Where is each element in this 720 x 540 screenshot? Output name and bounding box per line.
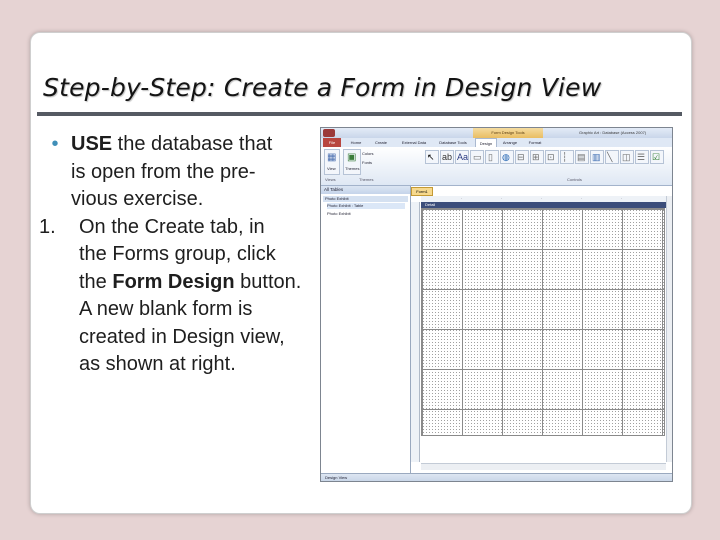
step-line: A new blank form is (79, 298, 253, 320)
ruler-tick: · (581, 197, 583, 201)
view-icon: ▦ (327, 152, 337, 163)
step-line: the Forms group, click (79, 243, 276, 265)
access-screenshot: Form Design Tools Graphic Art : Database… (320, 127, 673, 482)
chart-icon: ▥ (592, 152, 601, 162)
option-group-icon: ⊡ (547, 152, 555, 162)
bullet-line: vious exercise. (71, 188, 204, 210)
group-views-label: Views (325, 177, 336, 182)
command-button-icon: ▭ (473, 152, 482, 162)
bullet-line: • USE the database that (39, 131, 331, 159)
toggle-icon: ◫ (622, 152, 631, 162)
label-aa-icon: Aa (457, 152, 469, 162)
document-tab-form1[interactable]: Form1 (411, 187, 433, 196)
themes-label: Themes (345, 166, 360, 171)
view-label: View (327, 166, 336, 171)
step-text: button. (234, 270, 302, 293)
bullet-list: • USE the database that is open from the … (39, 131, 331, 379)
nav-group-header[interactable]: Photo Exhibit (323, 196, 408, 202)
button-tool[interactable]: ▭ (470, 150, 484, 164)
globe-icon: ◍ (502, 152, 510, 162)
step-text: On the Create tab, in (79, 215, 265, 238)
hyperlink-tool[interactable]: ◍ (500, 150, 514, 164)
status-bar: Design View (321, 473, 672, 481)
window-title: Graphic Art : Database (Access 2007) (579, 130, 647, 135)
bullet-text: the database that (112, 133, 273, 155)
nav-item-form[interactable]: Photo Exhibit (327, 211, 405, 217)
line-icon: ╲ (607, 152, 613, 162)
vertical-ruler (411, 202, 420, 462)
fonts-label[interactable]: Fonts (362, 160, 372, 165)
nav-item-table[interactable]: Photo Exhibit : Table (327, 203, 405, 209)
textbox-icon: ab (442, 152, 453, 162)
pointer-icon: ↖ (427, 152, 435, 162)
ribbon: ▦ View ▣ Themes Colors Fonts ↖ ab Aa ▭ ▯… (321, 147, 672, 186)
aa-tool-button[interactable]: Aa (455, 150, 469, 164)
title-underline (37, 112, 682, 116)
toggle-tool[interactable]: ◫ (620, 150, 634, 164)
bold-text: Form Design (112, 270, 235, 293)
bold-text: USE (71, 133, 113, 155)
slide-title: Step-by-Step: Create a Form in Design Vi… (43, 73, 602, 102)
select-tool-button[interactable]: ↖ (425, 150, 439, 164)
step-line: as shown at right. (79, 353, 236, 375)
tab-arrange[interactable]: Arrange (499, 138, 521, 147)
list-box-icon: ☰ (637, 152, 646, 162)
option-group-tool[interactable]: ⊡ (545, 150, 559, 164)
colors-label[interactable]: Colors (362, 151, 374, 156)
ruler-tick: · (461, 197, 463, 201)
step-line: created in Design view, (79, 325, 285, 348)
group-controls-label: Controls (567, 177, 582, 182)
checkbox-tool[interactable]: ☑ (650, 150, 664, 164)
window-titlebar: Form Design Tools Graphic Art : Database… (321, 128, 672, 138)
step-text: the (79, 270, 113, 293)
ruler-tick: · (501, 197, 503, 201)
group-themes-label: Themes (359, 177, 374, 182)
nav-pane-header[interactable]: All Tables (321, 186, 410, 194)
navigation-tool[interactable]: ⊞ (530, 150, 544, 164)
navigation-pane: All Tables Photo Exhibit Photo Exhibit :… (321, 186, 411, 473)
step-line: 1. On the Create tab, in (39, 214, 331, 242)
themes-button[interactable]: ▣ Themes (343, 149, 361, 175)
step-number: 1. (39, 215, 56, 238)
ruler-tick: · (541, 197, 543, 201)
combo-box-tool[interactable]: ▤ (575, 150, 589, 164)
tab-create[interactable]: Create (371, 138, 391, 147)
checkbox-icon: ☑ (652, 152, 661, 162)
web-browser-tool[interactable]: ⊟ (515, 150, 529, 164)
tab-database-tools[interactable]: Database Tools (435, 138, 471, 147)
access-logo-icon (323, 129, 335, 137)
slide: Step-by-Step: Create a Form in Design Vi… (30, 32, 692, 514)
ruler-tick: · (621, 197, 623, 201)
context-tab-label: Form Design Tools (473, 128, 543, 138)
line-tool[interactable]: ╲ (605, 150, 619, 164)
themes-icon: ▣ (347, 152, 357, 163)
label-tool-button[interactable]: ab (440, 150, 454, 164)
form-design-area: Form1 · · · · · Detail (411, 186, 672, 473)
view-button[interactable]: ▦ View (324, 149, 340, 175)
tab-file[interactable]: File (323, 138, 341, 147)
tab-format[interactable]: Format (525, 138, 545, 147)
list-box-tool[interactable]: ☰ (635, 150, 649, 164)
bullet-line: is open from the pre- (71, 160, 256, 183)
tab-home[interactable]: Home (347, 138, 365, 147)
navigation-icon: ⊞ (532, 152, 540, 162)
form-design-grid[interactable] (421, 208, 665, 436)
tab-control-icon: ▯ (488, 152, 493, 162)
horizontal-scrollbar[interactable] (421, 463, 666, 470)
tab-control-tool[interactable]: ▯ (485, 150, 499, 164)
frame-icon: ⊟ (517, 152, 525, 162)
bullet-marker: • (51, 133, 59, 155)
page-break-icon: ┆ (562, 152, 568, 162)
tab-external-data[interactable]: External Data (397, 138, 431, 147)
insert-page-break-tool[interactable]: ┆ (560, 150, 574, 164)
tab-design[interactable]: Design (475, 138, 497, 147)
vertical-scrollbar[interactable] (666, 196, 672, 462)
combo-box-icon: ▤ (577, 152, 586, 162)
chart-tool[interactable]: ▥ (590, 150, 604, 164)
step-line: the Form Design button. (39, 269, 331, 297)
